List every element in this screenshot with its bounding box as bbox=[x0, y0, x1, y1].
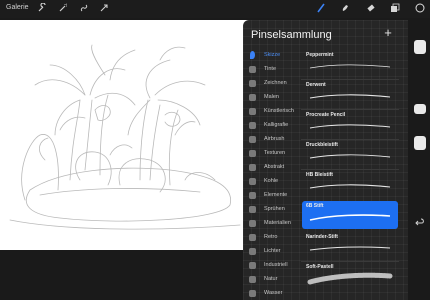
category-spruehen[interactable]: Sprühen bbox=[247, 204, 301, 216]
undo-icon[interactable] bbox=[415, 214, 425, 226]
layers-icon[interactable] bbox=[390, 3, 400, 13]
category-airbrush[interactable]: Airbrush bbox=[247, 134, 301, 146]
category-icon bbox=[249, 234, 256, 241]
drawing-canvas[interactable] bbox=[0, 20, 250, 250]
category-icon bbox=[249, 80, 256, 87]
category-wasser[interactable]: Wasser bbox=[247, 288, 301, 300]
category-icon bbox=[249, 136, 256, 143]
category-zeichnen[interactable]: Zeichnen bbox=[247, 78, 301, 90]
opacity-slider[interactable] bbox=[414, 136, 426, 150]
panel-title: Pinselsammlung bbox=[251, 29, 332, 41]
category-icon bbox=[249, 122, 256, 129]
brush-size-slider[interactable] bbox=[414, 40, 426, 54]
category-icon bbox=[249, 206, 256, 213]
brush-6b-stift[interactable]: 6B Stift bbox=[302, 201, 398, 229]
brush-stroke-preview bbox=[309, 64, 391, 69]
category-icon bbox=[249, 262, 256, 269]
brush-icon[interactable] bbox=[316, 3, 326, 13]
category-lichter[interactable]: Lichter bbox=[247, 246, 301, 258]
category-texturen[interactable]: Texturen bbox=[247, 148, 301, 160]
category-icon bbox=[249, 192, 256, 199]
category-icon bbox=[249, 290, 256, 297]
brush-stroke-preview bbox=[309, 94, 391, 99]
arrow-cursor-icon[interactable] bbox=[99, 3, 109, 13]
eraser-icon[interactable] bbox=[366, 3, 376, 13]
category-abstrakt[interactable]: Abstrakt bbox=[247, 162, 301, 174]
category-industriell[interactable]: Industriell bbox=[247, 260, 301, 272]
brush-library-panel: Pinselsammlung + Skizze Tinte Zeichnen M… bbox=[243, 20, 408, 300]
brush-stroke-preview bbox=[309, 184, 391, 189]
color-icon[interactable] bbox=[415, 3, 425, 13]
category-icon bbox=[249, 276, 256, 283]
category-icon bbox=[249, 150, 256, 157]
brush-peppermint[interactable]: Peppermint bbox=[302, 50, 398, 78]
brush-stroke-preview bbox=[309, 246, 391, 251]
category-kuenstlerisch[interactable]: Künstlerisch bbox=[247, 106, 301, 118]
category-icon bbox=[249, 108, 256, 115]
top-toolbar: Galerie bbox=[0, 0, 430, 18]
brush-soft-pastell[interactable]: Soft-Pastell bbox=[302, 262, 398, 290]
category-kohle[interactable]: Kohle bbox=[247, 176, 301, 188]
wrench-icon[interactable] bbox=[37, 3, 47, 13]
sidebar-controls bbox=[408, 18, 430, 300]
category-icon bbox=[249, 178, 256, 185]
brush-druckbleistift[interactable]: Druckbleistift bbox=[302, 140, 398, 168]
brush-narinder-stift[interactable]: Narinder-Stift bbox=[302, 232, 398, 260]
brush-procreate-pencil[interactable]: Procreate Pencil bbox=[302, 110, 398, 138]
category-retro[interactable]: Retro bbox=[247, 232, 301, 244]
modify-button[interactable] bbox=[414, 104, 426, 114]
add-brush-button[interactable]: + bbox=[381, 26, 395, 40]
category-kalligrafie[interactable]: Kalligrafie bbox=[247, 120, 301, 132]
selection-icon[interactable] bbox=[79, 3, 89, 13]
brush-stroke-preview bbox=[309, 124, 391, 129]
brush-stroke-preview bbox=[309, 154, 391, 159]
category-tinte[interactable]: Tinte bbox=[247, 64, 301, 76]
brush-derwent[interactable]: Derwent bbox=[302, 80, 398, 108]
category-icon bbox=[249, 94, 256, 101]
gallery-button[interactable]: Galerie bbox=[6, 4, 29, 11]
category-malen[interactable]: Malen bbox=[247, 92, 301, 104]
sketch-drawing bbox=[9, 44, 241, 230]
brush-hb-bleistift[interactable]: HB Bleistift bbox=[302, 170, 398, 198]
category-icon bbox=[250, 51, 255, 59]
workspace-background bbox=[0, 250, 250, 300]
category-elemente[interactable]: Elemente bbox=[247, 190, 301, 202]
category-icon bbox=[249, 220, 256, 227]
smudge-icon[interactable] bbox=[340, 3, 350, 13]
category-materialien[interactable]: Materialien bbox=[247, 218, 301, 230]
category-skizze[interactable]: Skizze bbox=[247, 50, 301, 62]
category-icon bbox=[249, 164, 256, 171]
category-icon bbox=[249, 66, 256, 73]
brush-stroke-preview bbox=[309, 214, 391, 221]
category-icon bbox=[249, 248, 256, 255]
brush-stroke-preview bbox=[307, 272, 393, 285]
magic-wand-icon[interactable] bbox=[58, 3, 68, 13]
category-natur[interactable]: Natur bbox=[247, 274, 301, 286]
